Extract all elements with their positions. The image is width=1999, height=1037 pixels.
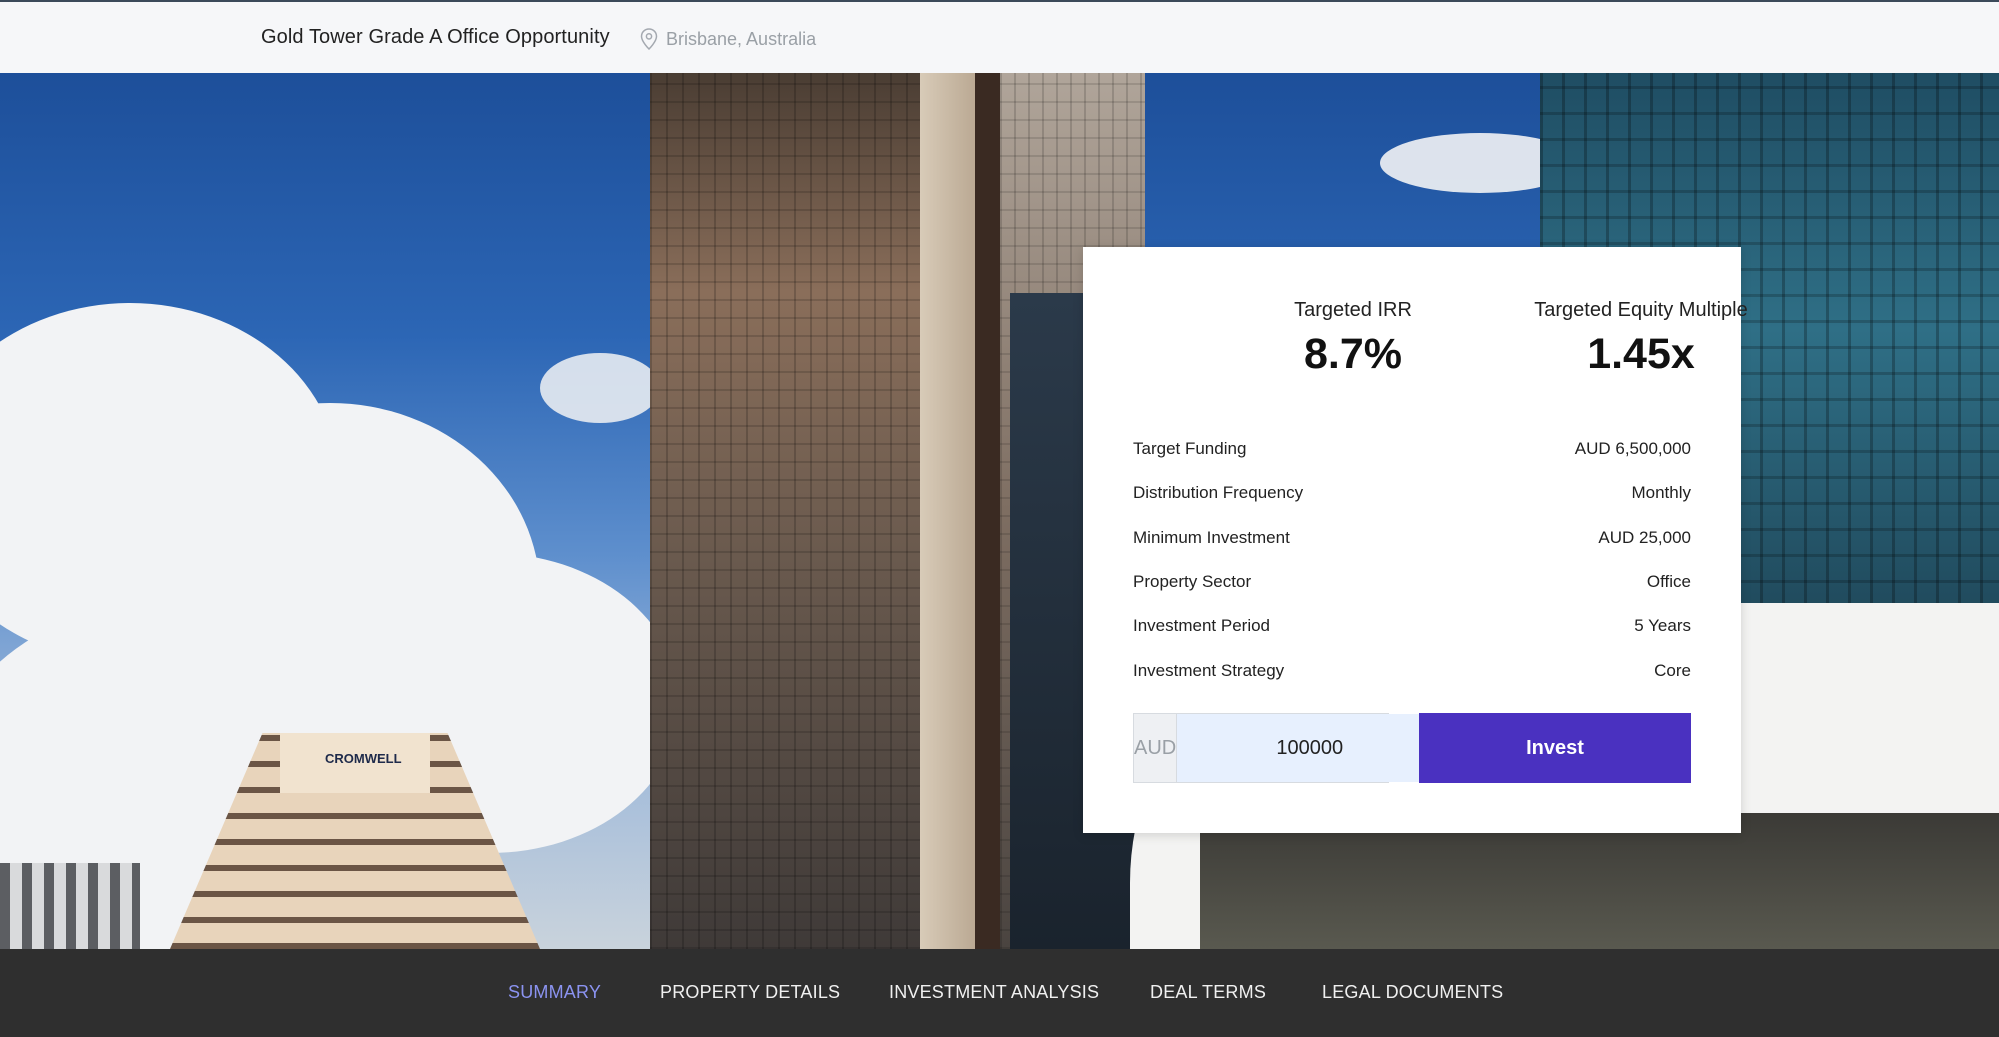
detail-label: Property Sector (1133, 572, 1252, 592)
map-pin-icon (640, 28, 658, 50)
investment-amount-input[interactable] (1177, 714, 1443, 782)
detail-value: AUD 6,500,000 (1574, 439, 1691, 459)
tower-pillar (920, 73, 980, 949)
detail-value: AUD 25,000 (1598, 527, 1691, 547)
detail-row: Minimum Investment AUD 25,000 (1133, 516, 1691, 560)
equity-multiple-value: 1.45x (1587, 330, 1695, 378)
detail-row: Investment Period 5 Years (1133, 604, 1691, 648)
invest-button[interactable]: Invest (1419, 713, 1691, 783)
detail-row: Target Funding AUD 6,500,000 (1133, 427, 1691, 471)
location: Brisbane, Australia (640, 28, 816, 50)
tower-pillar (975, 73, 1000, 949)
irr-value: 8.7% (1303, 330, 1402, 378)
detail-label: Investment Strategy (1133, 660, 1285, 680)
irr-metric: Targeted IRR 8.7% (1213, 299, 1493, 379)
amount-field: AUD (1133, 713, 1443, 783)
detail-value: 5 Years (1634, 616, 1691, 636)
low-building (0, 863, 140, 949)
investment-card: Targeted IRR 8.7% Targeted Equity Multip… (1083, 247, 1748, 833)
page-title: Gold Tower Grade A Office Opportunity (261, 26, 610, 48)
detail-row: Property Sector Office (1133, 560, 1691, 604)
section-nav: SUMMARY PROPERTY DETAILS INVESTMENT ANAL… (0, 949, 1999, 1037)
building-signage: CROMWELL (325, 751, 402, 766)
location-text: Brisbane, Australia (666, 28, 817, 49)
irr-label: Targeted IRR (1294, 299, 1412, 321)
detail-label: Minimum Investment (1133, 527, 1290, 547)
tab-legal-documents[interactable]: LEGAL DOCUMENTS (1322, 982, 1503, 1003)
top-bar: Gold Tower Grade A Office Opportunity Br… (0, 0, 1999, 73)
deal-details: Target Funding AUD 6,500,000 Distributio… (1133, 427, 1691, 693)
detail-value: Core (1654, 660, 1691, 680)
detail-label: Distribution Frequency (1133, 483, 1304, 503)
detail-value: Office (1646, 572, 1691, 592)
equity-multiple-label: Targeted Equity Multiple (1534, 299, 1748, 321)
detail-label: Investment Period (1133, 616, 1271, 636)
equity-multiple-metric: Targeted Equity Multiple 1.45x (1501, 299, 1781, 379)
cloud (540, 353, 660, 423)
glass-tower (650, 73, 920, 949)
restaurant-terrace (1200, 813, 1999, 949)
tab-investment-analysis[interactable]: INVESTMENT ANALYSIS (889, 982, 1099, 1003)
detail-value: Monthly (1631, 483, 1691, 503)
tab-deal-terms[interactable]: DEAL TERMS (1150, 982, 1266, 1003)
tab-summary[interactable]: SUMMARY (508, 982, 601, 1003)
detail-label: Target Funding (1133, 439, 1247, 459)
detail-row: Distribution Frequency Monthly (1133, 471, 1691, 515)
hero-image: pony CROMWELL Targeted IRR 8.7% Targeted… (0, 73, 1999, 949)
currency-prefix: AUD (1134, 714, 1178, 782)
tab-property-details[interactable]: PROPERTY DETAILS (660, 982, 840, 1003)
detail-row: Investment Strategy Core (1133, 648, 1691, 692)
